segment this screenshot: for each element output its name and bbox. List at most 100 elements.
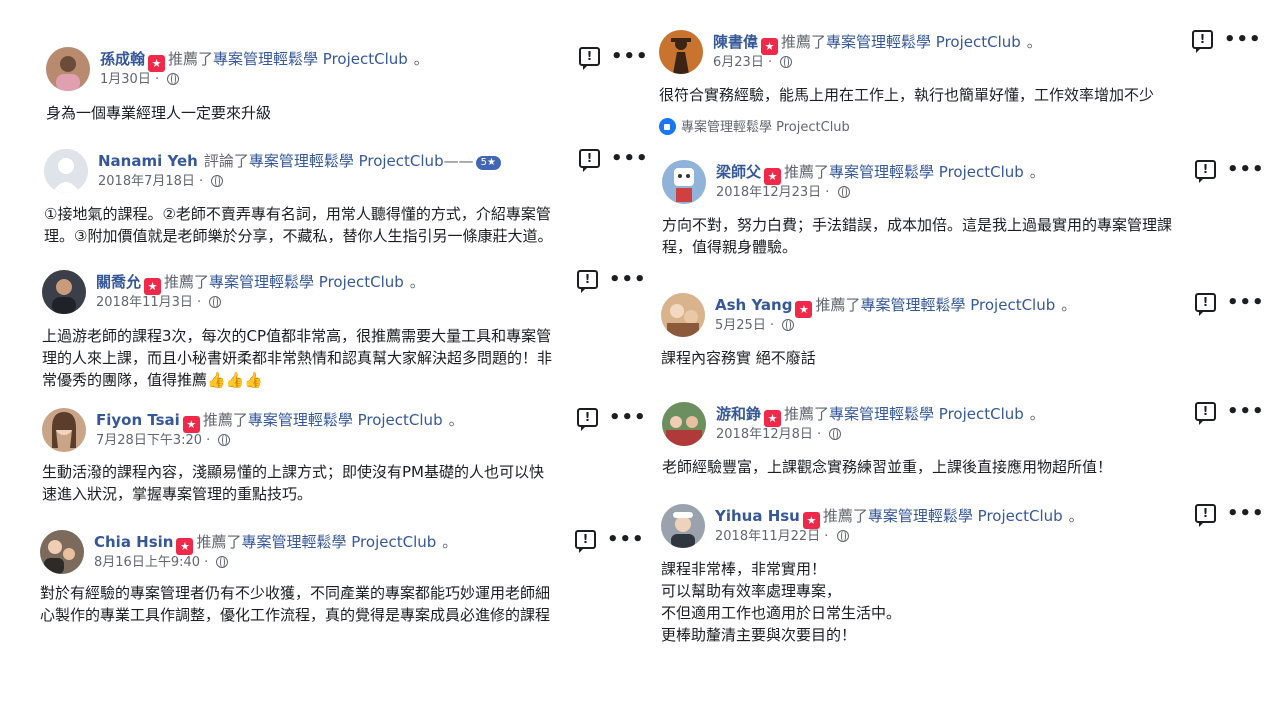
- reviewer-name[interactable]: Chia Hsin: [94, 533, 173, 551]
- report-icon[interactable]: !: [577, 408, 598, 431]
- review-date[interactable]: 2018年7月18日: [98, 174, 195, 189]
- review-header: 陳書偉 ★ 推薦了專案管理輕鬆學 ProjectClub 。: [713, 32, 1042, 55]
- review-actions: ! •••: [577, 408, 647, 431]
- page-link[interactable]: 專案管理輕鬆學 ProjectClub: [209, 273, 404, 291]
- review-date[interactable]: 2018年11月22日: [715, 529, 820, 544]
- report-icon[interactable]: !: [1192, 30, 1213, 53]
- avatar[interactable]: [662, 402, 706, 446]
- avatar[interactable]: [44, 149, 88, 193]
- avatar[interactable]: [662, 160, 706, 204]
- globe-icon: [837, 186, 850, 198]
- separator: 。: [1029, 163, 1045, 181]
- report-icon[interactable]: !: [577, 270, 598, 293]
- more-options-icon[interactable]: •••: [611, 150, 649, 168]
- page-link[interactable]: 專案管理輕鬆學 ProjectClub: [249, 152, 444, 170]
- reviewer-name[interactable]: 游和錚: [716, 405, 761, 423]
- avatar[interactable]: [42, 270, 86, 314]
- reviewer-name[interactable]: Yihua Hsu: [715, 507, 800, 525]
- more-options-icon[interactable]: •••: [1227, 294, 1265, 312]
- review-text: 老師經驗豐富，上課觀念實務練習並重，上課後直接應用物超所值！: [662, 458, 1113, 476]
- review-actions: ! •••: [577, 270, 647, 293]
- reviewer-name[interactable]: 孫成翰: [100, 50, 145, 68]
- review-action: 推薦了: [168, 50, 214, 68]
- report-icon[interactable]: !: [1195, 402, 1216, 425]
- globe-icon: [780, 56, 793, 68]
- recommend-icon: ★: [148, 55, 166, 72]
- avatar[interactable]: [661, 504, 705, 548]
- globe-icon: [209, 296, 222, 308]
- reviewer-name[interactable]: Nanami Yeh: [98, 152, 198, 170]
- recommend-icon: ★: [764, 168, 782, 185]
- page-link[interactable]: 專案管理輕鬆學 ProjectClub: [242, 533, 437, 551]
- review-meta: 6月23日 ·: [713, 55, 793, 71]
- review-date[interactable]: 1月30日: [100, 72, 151, 87]
- report-icon[interactable]: !: [575, 530, 596, 553]
- more-options-icon[interactable]: •••: [609, 271, 647, 289]
- more-options-icon[interactable]: •••: [611, 48, 649, 66]
- globe-icon: [836, 530, 849, 542]
- globe-icon: [782, 319, 795, 331]
- review-date[interactable]: 2018年11月3日: [96, 295, 193, 310]
- review-date[interactable]: 5月25日: [715, 318, 766, 333]
- page-link[interactable]: 專案管理輕鬆學 ProjectClub: [868, 507, 1063, 525]
- avatar[interactable]: [661, 293, 705, 337]
- review-card: Fiyon Tsai ★ 推薦了專案管理輕鬆學 ProjectClub 。 7月28日…: [42, 408, 646, 508]
- more-options-icon[interactable]: •••: [1227, 403, 1265, 421]
- review-date[interactable]: 7月28日下午3:20: [96, 433, 202, 448]
- reviewer-name[interactable]: 關喬允: [96, 273, 141, 291]
- separator: 。: [442, 533, 458, 551]
- separator: 。: [1068, 507, 1084, 525]
- review-text: 對於有經驗的專案管理者仍有不少收獲，不同產業的專案都能巧妙運用老師細 心製作的專…: [40, 584, 551, 624]
- review-card: 梁師父 ★ 推薦了專案管理輕鬆學 ProjectClub 。 2018年12月23日 …: [662, 160, 1264, 260]
- recommend-icon: ★: [802, 512, 820, 529]
- like-icon: [659, 118, 676, 135]
- review-card: 孫成翰 ★ 推薦了專案管理輕鬆學 ProjectClub 。 1月30日 · ! ••…: [46, 47, 648, 127]
- report-icon[interactable]: !: [1195, 160, 1216, 183]
- page-link[interactable]: 專案管理輕鬆學 ProjectClub: [213, 50, 408, 68]
- report-icon[interactable]: !: [1195, 504, 1216, 527]
- review-header: 游和錚 ★ 推薦了專案管理輕鬆學 ProjectClub 。: [716, 404, 1045, 427]
- review-meta: 1月30日 ·: [100, 72, 180, 88]
- review-date[interactable]: 8月16日上午9:40: [94, 555, 200, 570]
- separator: 。: [413, 50, 429, 68]
- review-header: 孫成翰 ★ 推薦了專案管理輕鬆學 ProjectClub 。: [100, 49, 429, 72]
- more-options-icon[interactable]: •••: [1227, 161, 1265, 179]
- more-options-icon[interactable]: •••: [1224, 31, 1262, 49]
- review-action: 推薦了: [784, 405, 830, 423]
- review-action: 推薦了: [196, 533, 242, 551]
- reviewer-name[interactable]: 梁師父: [716, 163, 761, 181]
- review-action: 推薦了: [164, 273, 210, 291]
- page-link[interactable]: 專案管理輕鬆學 ProjectClub: [826, 33, 1021, 51]
- reviewer-name[interactable]: Ash Yang: [715, 296, 792, 314]
- liked-by[interactable]: 專案管理輕鬆學 ProjectClub: [659, 118, 850, 137]
- report-icon[interactable]: !: [579, 47, 600, 70]
- reviewer-name[interactable]: Fiyon Tsai: [96, 411, 180, 429]
- report-icon[interactable]: !: [579, 149, 600, 172]
- page-link[interactable]: 專案管理輕鬆學 ProjectClub: [829, 163, 1024, 181]
- page-link[interactable]: 專案管理輕鬆學 ProjectClub: [829, 405, 1024, 423]
- avatar[interactable]: [46, 47, 90, 91]
- review-date[interactable]: 6月23日: [713, 55, 764, 70]
- review-meta: 2018年7月18日 ·: [98, 174, 224, 190]
- review-date[interactable]: 2018年12月23日: [716, 185, 821, 200]
- recommend-icon: ★: [761, 38, 779, 55]
- more-options-icon[interactable]: •••: [607, 531, 645, 549]
- separator: ——: [443, 152, 474, 170]
- avatar[interactable]: [40, 530, 84, 574]
- more-options-icon[interactable]: •••: [609, 409, 647, 427]
- reviewer-name[interactable]: 陳書偉: [713, 33, 758, 51]
- recommend-icon: ★: [764, 410, 782, 427]
- page-link[interactable]: 專案管理輕鬆學 ProjectClub: [860, 296, 1055, 314]
- page-link[interactable]: 專案管理輕鬆學 ProjectClub: [248, 411, 443, 429]
- review-text: 上過游老師的課程3次，每次的CP值都非常高，很推薦需要大量工具和專案管 理的人來…: [42, 327, 553, 389]
- report-icon[interactable]: !: [1195, 293, 1216, 316]
- review-text: 課程非常棒，非常實用！ 可以幫助有效率處理專案， 不但適用工作也適用於日常生活中…: [661, 560, 902, 644]
- review-action: 評論了: [203, 152, 249, 170]
- globe-icon: [167, 73, 180, 85]
- review-action: 推薦了: [822, 507, 868, 525]
- review-date[interactable]: 2018年12月8日: [716, 427, 813, 442]
- more-options-icon[interactable]: •••: [1227, 505, 1265, 523]
- avatar[interactable]: [42, 408, 86, 452]
- avatar[interactable]: [659, 30, 703, 74]
- review-text: ①接地氣的課程。②老師不賣弄專有名詞，用常人聽得懂的方式，介紹專案管 理。③附加…: [44, 205, 553, 245]
